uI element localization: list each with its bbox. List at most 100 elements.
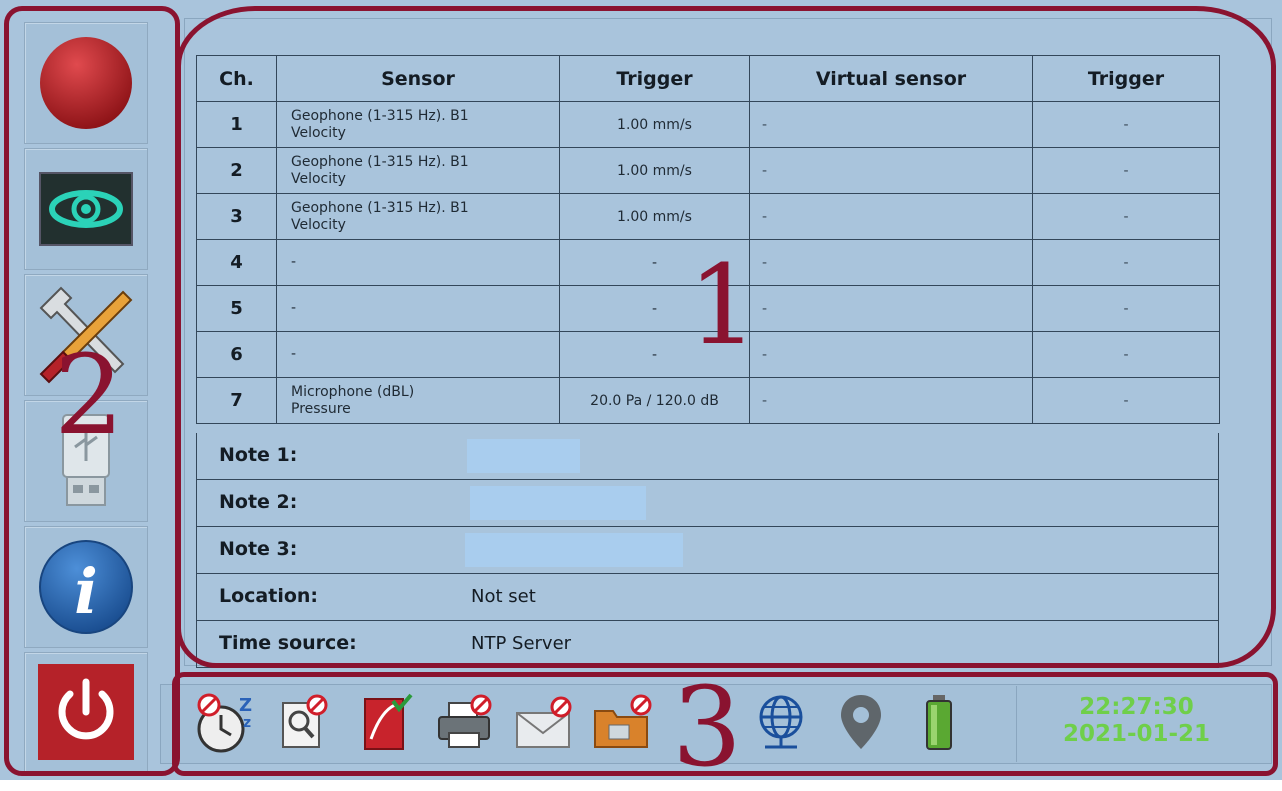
virtual-trigger-cell: -: [1032, 285, 1220, 332]
printer-disabled-icon: [438, 694, 492, 748]
monitor-button[interactable]: [24, 148, 148, 270]
email-disabled-icon: [516, 696, 572, 748]
clock-time: 22:27:30: [1079, 694, 1194, 720]
sensor-cell: Geophone (1-315 Hz). B1 Velocity: [276, 193, 560, 240]
sensor-name: Geophone (1-315 Hz). B1: [291, 107, 469, 124]
note2-row[interactable]: Note 2:: [196, 480, 1219, 527]
virtual-sensor-cell: -: [749, 193, 1033, 240]
channel-number: 5: [196, 285, 277, 332]
svg-text:z: z: [243, 715, 251, 731]
location-button[interactable]: [828, 690, 894, 756]
email-button[interactable]: [512, 690, 578, 756]
virtual-trigger-cell: -: [1032, 147, 1220, 194]
power-icon: [38, 664, 134, 760]
virtual-sensor-cell: -: [749, 285, 1033, 332]
sleep-clock-icon: Z z: [197, 693, 252, 753]
device-screen: i Ch. Sensor Trigger Virtual sensor Trig…: [0, 0, 1282, 791]
annotation-number-2: 2: [54, 331, 124, 459]
sensor-name: -: [291, 300, 297, 316]
table-header-row: Ch. Sensor Trigger Virtual sensor Trigge…: [196, 55, 1220, 102]
sensor-cell: -: [276, 285, 560, 332]
sensor-type: Pressure: [291, 400, 351, 417]
sensor-name: Geophone (1-315 Hz). B1: [291, 199, 469, 216]
note1-field[interactable]: [467, 439, 580, 473]
trigger-cell: 1.00 mm/s: [559, 101, 750, 148]
channel-number: 4: [196, 239, 277, 286]
power-button[interactable]: [24, 652, 148, 772]
note1-row[interactable]: Note 1:: [196, 433, 1219, 480]
location-value: Not set: [471, 586, 536, 607]
note3-label: Note 3:: [219, 538, 298, 560]
time-source-row[interactable]: Time source: NTP Server: [196, 621, 1219, 668]
channel-number: 3: [196, 193, 277, 240]
sensor-type: Velocity: [291, 216, 346, 233]
svg-text:i: i: [74, 555, 98, 628]
trigger-cell: 20.0 Pa / 120.0 dB: [559, 377, 750, 424]
header-virtual-trigger: Trigger: [1032, 55, 1220, 102]
trigger-cell: 1.00 mm/s: [559, 193, 750, 240]
clock-display: 22:27:30 2021-01-21: [1016, 686, 1256, 762]
virtual-trigger-cell: -: [1032, 377, 1220, 424]
time-source-value: NTP Server: [471, 633, 572, 654]
sensor-name: Geophone (1-315 Hz). B1: [291, 153, 469, 170]
header-virtual-sensor: Virtual sensor: [749, 55, 1033, 102]
note1-label: Note 1:: [219, 444, 298, 466]
table-row[interactable]: 2 Geophone (1-315 Hz). B1 Velocity 1.00 m…: [196, 147, 1220, 194]
note2-field[interactable]: [470, 486, 646, 520]
table-row[interactable]: 7 Microphone (dBL) Pressure 20.0 Pa / 120…: [196, 377, 1220, 424]
network-button[interactable]: [748, 690, 814, 756]
sensor-cell: Geophone (1-315 Hz). B1 Velocity: [276, 147, 560, 194]
report-button[interactable]: [354, 690, 420, 756]
info-button[interactable]: i: [24, 526, 148, 648]
virtual-sensor-cell: -: [749, 101, 1033, 148]
annotation-number-1: 1: [688, 241, 758, 369]
sensor-cell: Microphone (dBL) Pressure: [276, 377, 560, 424]
time-source-label: Time source:: [219, 632, 357, 654]
sensor-cell: Geophone (1-315 Hz). B1 Velocity: [276, 101, 560, 148]
channel-number: 7: [196, 377, 277, 424]
sensor-type: Velocity: [291, 170, 346, 187]
search-button[interactable]: [272, 690, 338, 756]
virtual-trigger-cell: -: [1032, 331, 1220, 378]
note2-label: Note 2:: [219, 491, 298, 513]
trigger-cell: 1.00 mm/s: [559, 147, 750, 194]
folder-button[interactable]: [590, 690, 656, 756]
sensor-cell: -: [276, 331, 560, 378]
annotation-number-3: 3: [672, 663, 742, 791]
note3-field[interactable]: [465, 533, 683, 567]
header-ch: Ch.: [196, 55, 277, 102]
channel-number: 6: [196, 331, 277, 378]
virtual-sensor-cell: -: [749, 331, 1033, 378]
record-button[interactable]: [24, 22, 148, 144]
record-icon: [40, 37, 132, 129]
svg-text:Z: Z: [239, 695, 252, 716]
virtual-trigger-cell: -: [1032, 239, 1220, 286]
sleep-schedule-button[interactable]: Z z: [192, 690, 258, 756]
battery-icon: [926, 695, 952, 750]
sensor-type: Velocity: [291, 124, 346, 141]
network-globe-icon: [759, 695, 803, 749]
header-sensor: Sensor: [276, 55, 560, 102]
location-pin-icon: [841, 695, 881, 749]
folder-disabled-icon: [594, 694, 652, 748]
location-label: Location:: [219, 585, 319, 607]
virtual-sensor-cell: -: [749, 377, 1033, 424]
sensor-name: -: [291, 346, 297, 362]
location-row[interactable]: Location: Not set: [196, 574, 1219, 621]
virtual-trigger-cell: -: [1032, 101, 1220, 148]
sensor-name: Microphone (dBL): [291, 383, 415, 400]
channel-number: 1: [196, 101, 277, 148]
battery-button[interactable]: [906, 690, 972, 756]
sensor-name: -: [291, 254, 297, 270]
header-trigger: Trigger: [559, 55, 750, 102]
channel-number: 2: [196, 147, 277, 194]
report-icon: [364, 693, 413, 750]
virtual-trigger-cell: -: [1032, 193, 1220, 240]
virtual-sensor-cell: -: [749, 147, 1033, 194]
table-row[interactable]: 1 Geophone (1-315 Hz). B1 Velocity 1.00 m…: [196, 101, 1220, 148]
monitor-eye-icon: [39, 172, 133, 246]
printer-button[interactable]: [432, 690, 498, 756]
note3-row[interactable]: Note 3:: [196, 527, 1219, 574]
sensor-cell: -: [276, 239, 560, 286]
table-row[interactable]: 3 Geophone (1-315 Hz). B1 Velocity 1.00 m…: [196, 193, 1220, 240]
